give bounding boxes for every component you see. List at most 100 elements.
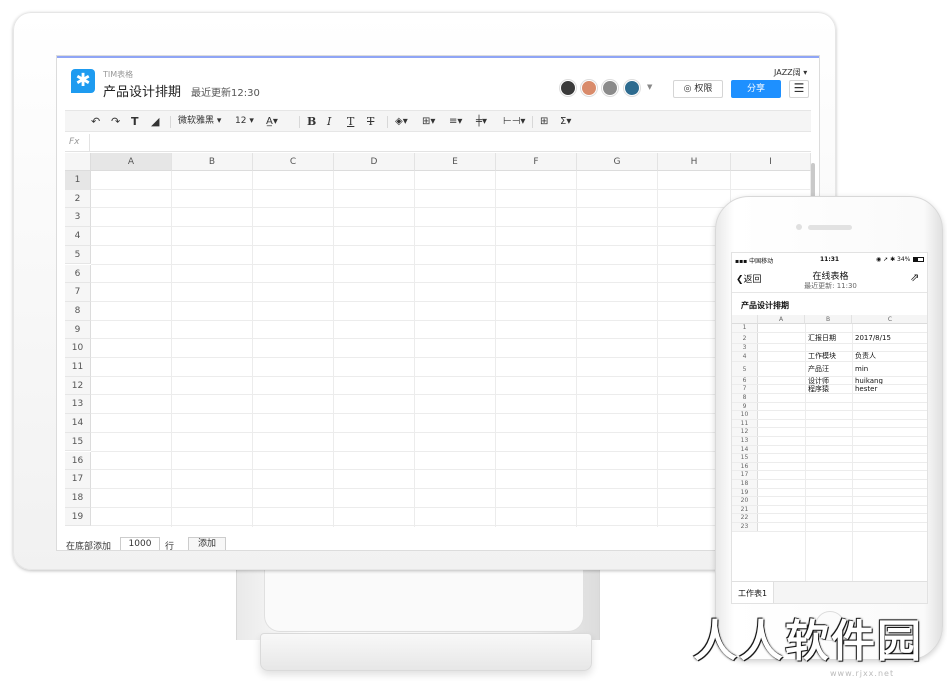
mobile-cell[interactable]: 产品汪: [808, 362, 829, 377]
column-header[interactable]: A: [91, 153, 172, 171]
freeze-icon[interactable]: ⊞: [540, 114, 548, 129]
mobile-column-header[interactable]: A: [758, 315, 805, 324]
grid-line: [91, 450, 811, 452]
select-all-corner[interactable]: [65, 153, 91, 171]
grid-line: [732, 360, 927, 362]
grid-line: [91, 357, 811, 358]
row-header[interactable]: 16: [65, 451, 91, 471]
avatar[interactable]: [624, 80, 640, 96]
bold-icon[interactable]: B: [307, 114, 316, 129]
column-header[interactable]: B: [172, 153, 253, 171]
format-painter-icon[interactable]: T: [131, 114, 139, 129]
column-header[interactable]: I: [731, 153, 811, 171]
grid-line: [91, 394, 811, 396]
column-header[interactable]: E: [415, 153, 496, 171]
grid-line: [414, 171, 415, 527]
row-header[interactable]: 3: [65, 208, 91, 228]
grid-line: [732, 470, 927, 472]
share-button[interactable]: 分享: [731, 80, 781, 98]
row-header[interactable]: 13: [65, 395, 91, 415]
merge-cells-icon[interactable]: ⊢⊣▾: [503, 114, 525, 129]
row-header[interactable]: 7: [65, 283, 91, 302]
row-header[interactable]: 11: [65, 358, 91, 377]
column-header[interactable]: F: [496, 153, 577, 171]
font-size-value: 12: [235, 116, 247, 126]
grid-line: [91, 207, 811, 209]
row-header[interactable]: 14: [65, 414, 91, 433]
column-header[interactable]: G: [577, 153, 658, 171]
grid-line: [91, 282, 811, 284]
user-menu[interactable]: JAZZ阔 ▾: [774, 67, 807, 78]
grid-line: [91, 226, 811, 228]
mobile-select-all-corner[interactable]: [732, 315, 758, 324]
row-header[interactable]: 12: [65, 376, 91, 396]
border-icon[interactable]: ⊞▾: [422, 114, 435, 129]
underline-icon[interactable]: T: [347, 114, 354, 129]
row-header[interactable]: 6: [65, 264, 91, 284]
grid-line: [576, 171, 577, 527]
status-bar: ▪▪▪ 中国移动 11:31 ◉ ➚ ✱ 34%: [732, 253, 927, 265]
tim-logo-icon[interactable]: ✱: [71, 69, 95, 93]
row-header[interactable]: 4: [65, 227, 91, 246]
row-header[interactable]: 17: [65, 470, 91, 489]
mobile-row-header[interactable]: 5: [732, 361, 758, 377]
avatar[interactable]: [602, 80, 618, 96]
align-left-icon[interactable]: ≡▾: [449, 114, 462, 129]
row-header[interactable]: 8: [65, 301, 91, 321]
status-time: 11:31: [820, 256, 840, 263]
eraser-icon[interactable]: ◢: [151, 114, 159, 129]
external-link-icon[interactable]: ⇗: [910, 271, 919, 284]
mobile-spreadsheet-grid[interactable]: A B C 1 2 汇报日期 2017/8/15 3 4 工作模块 负责人 5 产品汪 min 6 设计师 hu…: [732, 315, 927, 581]
font-size-select[interactable]: 12 ▾: [235, 114, 254, 129]
row-header[interactable]: 1: [65, 171, 91, 190]
carrier-label: ▪▪▪ 中国移动: [735, 258, 774, 265]
sheet-tab[interactable]: 工作表1: [732, 582, 774, 603]
mobile-cell[interactable]: min: [855, 362, 868, 377]
row-header[interactable]: 19: [65, 507, 91, 527]
row-header[interactable]: 15: [65, 432, 91, 452]
watermark: 人人软件园: [693, 616, 923, 667]
avatar[interactable]: [581, 80, 597, 96]
grid-line: [732, 487, 927, 489]
redo-icon[interactable]: ↷: [111, 114, 120, 129]
column-header[interactable]: C: [253, 153, 334, 171]
grid-line: [91, 506, 811, 508]
formula-bar[interactable]: Fx: [65, 134, 811, 152]
permission-button[interactable]: ◎ 权限: [673, 80, 723, 98]
vertical-align-icon[interactable]: ╪▾: [476, 114, 487, 129]
chevron-down-icon[interactable]: ▼: [647, 83, 652, 91]
strikethrough-icon[interactable]: T: [367, 114, 374, 129]
row-header[interactable]: 18: [65, 488, 91, 508]
font-family-select[interactable]: 微软雅黑 ▾: [178, 114, 221, 129]
avatar[interactable]: [560, 80, 576, 96]
menu-icon[interactable]: ☰: [789, 80, 809, 98]
grid-line: [732, 435, 927, 437]
monitor-stand-base: [260, 633, 592, 671]
formatting-toolbar: ↶ ↷ T ◢ 微软雅黑 ▾ 12 ▾ A̲▾ B I T T ◈▾ ⊞▾ ≡▾…: [65, 110, 811, 132]
row-header[interactable]: 9: [65, 320, 91, 340]
column-header[interactable]: D: [334, 153, 415, 171]
fill-color-icon[interactable]: ◈▾: [395, 114, 408, 129]
spreadsheet-grid[interactable]: A B C D E F G H I 1 2 3 4 5 6 7 8 9 10 11 12 13 14 15 16 17 18 19: [65, 153, 811, 527]
undo-icon[interactable]: ↶: [91, 114, 100, 129]
row-header[interactable]: 5: [65, 245, 91, 265]
grid-line: [91, 188, 811, 190]
document-title[interactable]: 产品设计排期: [103, 81, 181, 100]
grid-line: [333, 171, 334, 527]
mobile-column-header[interactable]: B: [805, 315, 852, 324]
add-rows-prefix: 在底部添加: [66, 542, 112, 550]
mobile-column-header[interactable]: C: [852, 315, 927, 324]
row-count-input[interactable]: 1000: [120, 537, 160, 550]
add-rows-button[interactable]: 添加: [188, 537, 226, 550]
italic-icon[interactable]: I: [327, 114, 331, 129]
phone-speaker: [808, 225, 852, 230]
column-header[interactable]: H: [658, 153, 731, 171]
sum-icon[interactable]: Σ▾: [560, 114, 571, 129]
grid-line: [732, 418, 927, 420]
grid-line: [732, 453, 927, 455]
desktop-app-window: ✱ TIM表格 产品设计排期 最近更新12:30 ▼ JAZZ阔 ▾ ◎ 权限 …: [57, 56, 819, 550]
font-family-value: 微软雅黑: [178, 116, 215, 126]
row-header[interactable]: 10: [65, 339, 91, 358]
font-color-icon[interactable]: A̲▾: [266, 114, 278, 129]
row-header[interactable]: 2: [65, 189, 91, 209]
